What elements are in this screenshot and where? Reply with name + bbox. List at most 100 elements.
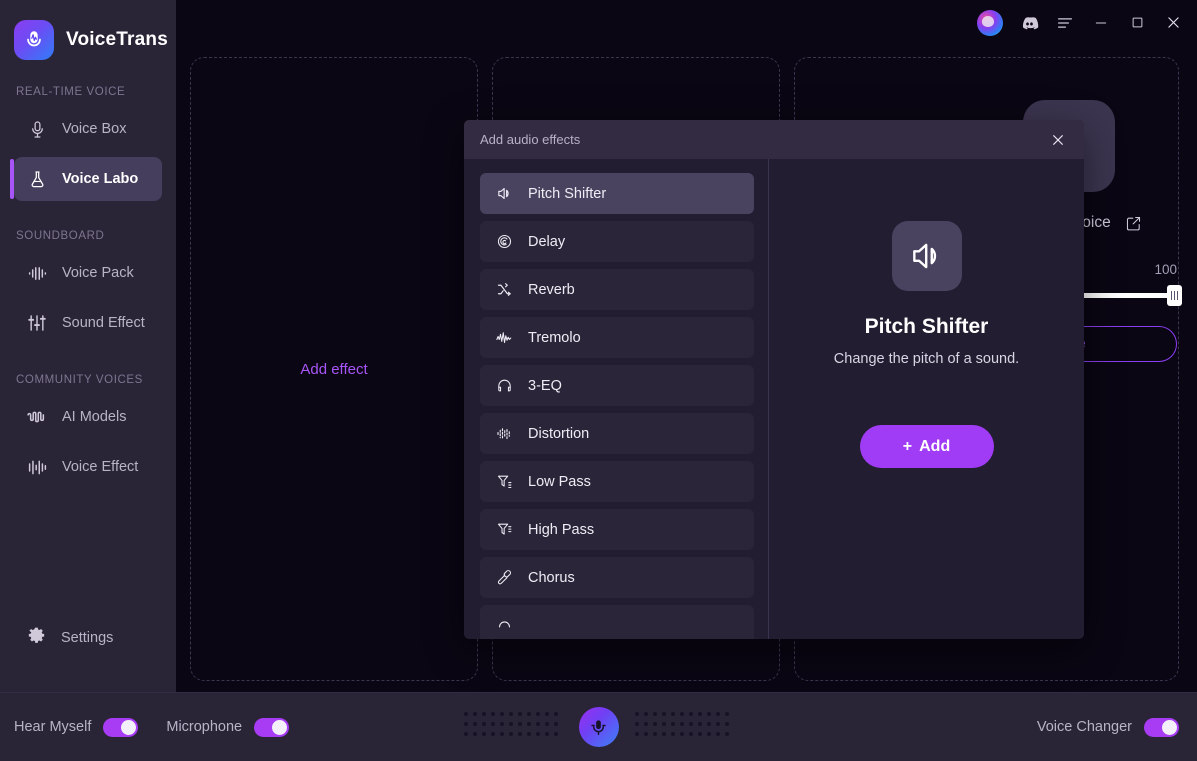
app-body: VoiceTrans REAL-TIME VOICE Voice Box Voi… (0, 0, 1197, 692)
add-button-label: Add (919, 437, 951, 455)
brand: VoiceTrans (0, 14, 176, 60)
sidebar-section-label-realtime: REAL-TIME VOICE (16, 86, 126, 98)
flask-icon (26, 168, 48, 190)
microphone-button[interactable] (578, 707, 619, 747)
gear-icon (26, 626, 47, 651)
bottom-bar: Hear Myself Microphone Voice Changer (0, 692, 1197, 761)
sidebar-item-voice-labo[interactable]: Voice Labo (10, 157, 162, 201)
effect-item-label: Chorus (528, 569, 575, 586)
hear-myself-label: Hear Myself (14, 719, 92, 735)
effect-item-chorus[interactable]: Chorus (480, 557, 754, 598)
sidebar-item-label: Voice Box (62, 121, 127, 137)
equalizer-icon (26, 456, 48, 478)
sidebar-item-label: Voice Pack (62, 265, 134, 281)
sidebar-section-label-soundboard: SOUNDBOARD (16, 230, 105, 242)
user-avatar-icon[interactable] (977, 9, 1003, 36)
sidebar-section-label-community: COMMUNITY VOICES (16, 374, 143, 386)
handheld-microphone-icon (494, 568, 514, 588)
effect-item-3-eq[interactable]: 3-EQ (480, 365, 754, 406)
sidebar-item-voice-pack[interactable]: Voice Pack (14, 251, 162, 295)
effect-item-reverb[interactable]: Reverb (480, 269, 754, 310)
hear-myself-control: Hear Myself (14, 717, 139, 737)
discord-icon[interactable] (1013, 8, 1045, 38)
hamburger-menu-icon[interactable] (1049, 8, 1081, 38)
effect-detail-title: Pitch Shifter (864, 315, 989, 338)
effect-detail-description: Change the pitch of a sound. (833, 351, 1020, 367)
sidebar-item-settings[interactable]: Settings (14, 616, 162, 660)
filter-up-icon (494, 520, 514, 540)
add-effect-label: Add effect (300, 360, 368, 378)
effects-list[interactable]: Pitch Shifter Delay Reverb Tremolo 3-EQ … (464, 159, 769, 639)
sliders-icon (26, 312, 48, 334)
maximize-icon[interactable] (1121, 8, 1153, 38)
dialog-header: Add audio effects (464, 120, 1084, 159)
app-window: VoiceTrans REAL-TIME VOICE Voice Box Voi… (0, 0, 1197, 761)
sidebar-item-sound-effect[interactable]: Sound Effect (14, 301, 162, 345)
sidebar-item-label: AI Models (62, 409, 127, 425)
sidebar-item-voice-box[interactable]: Voice Box (14, 107, 162, 151)
brand-name: VoiceTrans (66, 29, 168, 50)
effect-item-label: Tremolo (528, 329, 581, 346)
window-titlebar (176, 0, 1197, 45)
dots-left-decoration (463, 712, 563, 742)
bottom-bar-left: Hear Myself Microphone (0, 717, 290, 737)
waveform-icon (494, 328, 514, 348)
bottom-bar-right: Voice Changer (1036, 717, 1197, 737)
plus-icon: + (902, 437, 913, 455)
effect-item-distortion[interactable]: Distortion (480, 413, 754, 454)
sidebar-item-label: Sound Effect (62, 315, 145, 331)
waveform-bars-icon (26, 262, 48, 284)
effect-item-label: Low Pass (528, 473, 591, 490)
partial-icon (494, 616, 514, 636)
speaker-icon (494, 184, 514, 204)
delay-spiral-icon (494, 232, 514, 252)
effect-item-partial[interactable] (480, 605, 754, 639)
effect-item-label: Reverb (528, 281, 575, 298)
microphone-icon (26, 118, 48, 140)
sidebar-item-label: Voice Effect (62, 459, 139, 475)
main-content: Add effect voice 100 Add audio effects P… (176, 0, 1197, 692)
headphones-icon (494, 376, 514, 396)
sidebar-item-label: Voice Labo (62, 171, 139, 187)
add-effect-button[interactable]: + Add (859, 425, 994, 468)
microphone-label: Microphone (166, 719, 243, 735)
sidebar-item-ai-models[interactable]: AI Models (14, 395, 162, 439)
hear-myself-toggle[interactable] (103, 717, 139, 737)
effect-item-label: Distortion (528, 425, 590, 442)
shuffle-arrows-icon (494, 280, 514, 300)
effect-detail-panel: Pitch Shifter Change the pitch of a soun… (769, 159, 1084, 639)
microphone-toggle[interactable] (254, 717, 290, 737)
volume-slider-handle[interactable] (1167, 285, 1182, 306)
add-audio-effects-dialog: Add audio effects Pitch Shifter Delay Re… (464, 120, 1084, 639)
effect-item-label: 3-EQ (528, 377, 562, 394)
effect-item-low-pass[interactable]: Low Pass (480, 461, 754, 502)
dots-right-decoration (634, 712, 734, 742)
voice-changer-toggle[interactable] (1144, 717, 1179, 737)
effect-slot-1[interactable]: Add effect (190, 57, 478, 681)
sidebar: VoiceTrans REAL-TIME VOICE Voice Box Voi… (0, 0, 176, 692)
edit-pencil-icon[interactable] (1125, 215, 1142, 232)
sidebar-item-voice-effect[interactable]: Voice Effect (14, 445, 162, 489)
effect-item-label: Delay (528, 233, 566, 250)
close-icon[interactable] (1157, 8, 1189, 38)
audio-wave-icon (26, 406, 48, 428)
dialog-title: Add audio effects (480, 132, 581, 147)
effect-item-label: High Pass (528, 521, 595, 538)
distortion-bars-icon (494, 424, 514, 444)
filter-down-icon (494, 472, 514, 492)
settings-label: Settings (61, 630, 114, 646)
effect-item-label: Pitch Shifter (528, 185, 607, 202)
minimize-icon[interactable] (1085, 8, 1117, 38)
volume-value: 100 (1154, 262, 1177, 277)
effect-item-delay[interactable]: Delay (480, 221, 754, 262)
effect-item-tremolo[interactable]: Tremolo (480, 317, 754, 358)
speaker-icon (891, 221, 962, 291)
effect-item-high-pass[interactable]: High Pass (480, 509, 754, 550)
effect-item-pitch-shifter[interactable]: Pitch Shifter (480, 173, 754, 214)
dialog-body: Pitch Shifter Delay Reverb Tremolo 3-EQ … (464, 159, 1084, 639)
voice-changer-label: Voice Changer (1036, 719, 1132, 735)
microphone-control: Microphone (166, 717, 290, 737)
close-icon[interactable] (1046, 128, 1070, 152)
app-logo-icon (14, 20, 54, 60)
